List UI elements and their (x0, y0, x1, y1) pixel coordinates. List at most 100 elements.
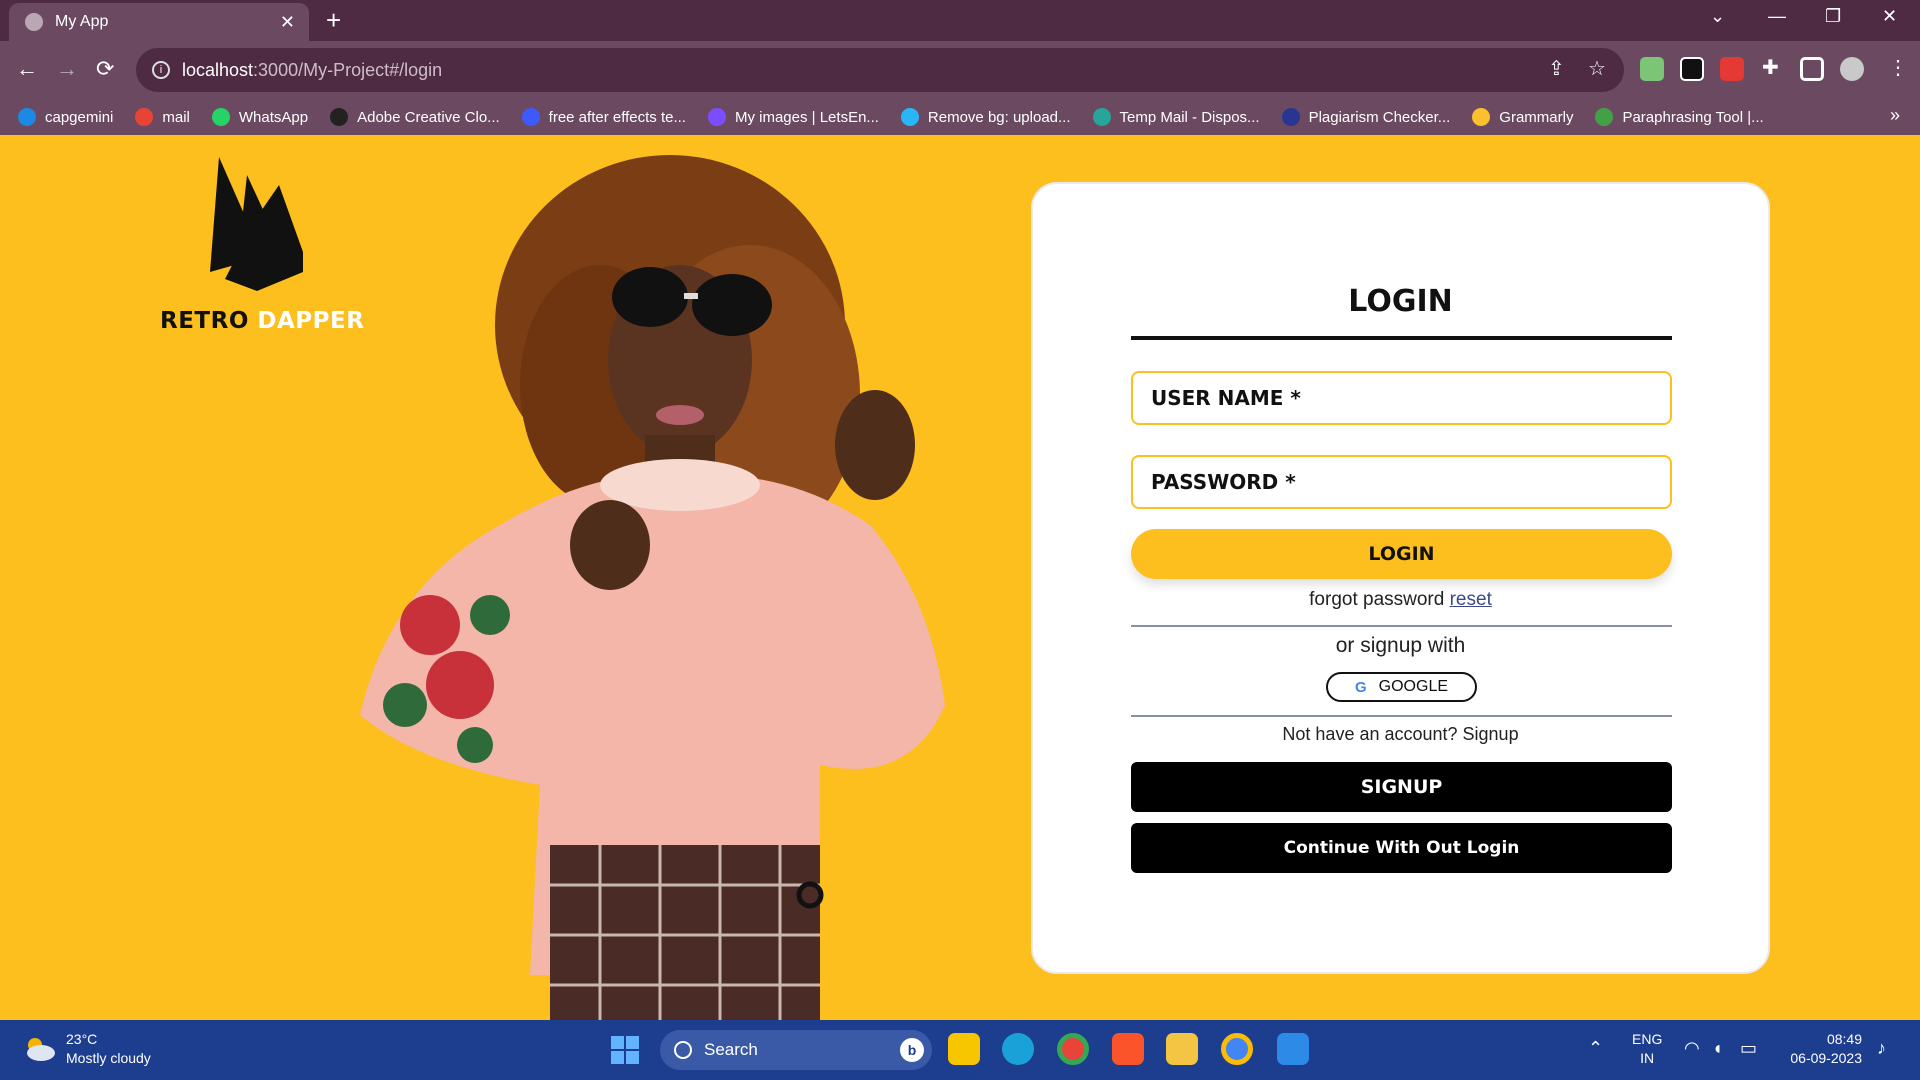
battery-icon[interactable]: ▭ (1740, 1038, 1757, 1059)
divider (1131, 715, 1672, 717)
bookmark-item[interactable]: WhatsApp (211, 108, 308, 126)
sticky-notes-icon[interactable] (948, 1033, 980, 1065)
bookmark-favicon-icon (1281, 108, 1300, 126)
flame-logo-icon (210, 157, 303, 291)
bookmark-item[interactable]: capgemini (18, 108, 113, 126)
browser-menu-icon[interactable]: ⋮ (1888, 55, 1908, 80)
password-field[interactable]: PASSWORD * (1131, 455, 1672, 509)
reset-link[interactable]: reset (1450, 589, 1492, 610)
bookmark-label: free after effects te... (548, 108, 686, 126)
brave-icon[interactable] (1112, 1033, 1144, 1065)
continue-without-login-button[interactable]: Continue With Out Login (1131, 823, 1672, 873)
browser-tab-strip: My App ✕ + ⌄ — ❐ ✕ (0, 0, 1920, 41)
weather-temperature: 23°C (66, 1031, 98, 1047)
bookmark-item[interactable]: free after effects te... (521, 108, 686, 126)
tab-search-icon[interactable]: ⌄ (1710, 6, 1725, 27)
search-icon (674, 1041, 692, 1059)
notification-bell-icon[interactable]: ♪ (1877, 1038, 1886, 1059)
extension-icon[interactable] (1680, 57, 1704, 81)
login-page: RETRO DAPPER LOGIN USER NAME * PASSWORD … (0, 135, 1920, 1020)
address-bar[interactable]: i localhost:3000/My-Project#/login ⇪ ☆ (136, 48, 1624, 92)
signup-button[interactable]: SIGNUP (1131, 762, 1672, 812)
profile-avatar[interactable] (1840, 57, 1864, 81)
browser-toolbar: ← → ⟳ i localhost:3000/My-Project#/login… (0, 41, 1920, 99)
google-button-label: GOOGLE (1378, 678, 1449, 695)
cloud-sun-icon (27, 1038, 55, 1061)
site-info-icon[interactable]: i (152, 61, 170, 79)
clock[interactable]: 08:49 06-09-2023 (1780, 1030, 1862, 1068)
login-button[interactable]: LOGIN (1131, 529, 1672, 579)
file-explorer-icon[interactable] (1166, 1033, 1198, 1065)
edge-icon[interactable] (1002, 1033, 1034, 1065)
extension-icon[interactable] (1720, 57, 1744, 81)
no-account-text: Not have an account? Signup (1282, 724, 1519, 744)
bookmark-item[interactable]: Paraphrasing Tool |... (1595, 108, 1764, 126)
bookmark-item[interactable]: My images | LetsEn... (707, 108, 879, 126)
bookmark-item[interactable]: mail (135, 108, 190, 126)
bookmark-favicon-icon (1595, 108, 1614, 126)
or-signup-text: or signup with (1335, 634, 1466, 657)
chevron-up-icon[interactable]: ⌃ (1588, 1038, 1603, 1059)
bookmarks-bar: capgemini mail WhatsApp Adobe Creative Clo.… (0, 99, 1920, 135)
model-photo (360, 155, 945, 1020)
minimize-button[interactable]: — (1768, 6, 1786, 27)
divider (1131, 625, 1672, 627)
bookmark-favicon-icon (707, 108, 726, 126)
bookmark-label: Paraphrasing Tool |... (1622, 108, 1764, 126)
chrome-active-icon[interactable] (1221, 1033, 1253, 1065)
tab-title: My App (55, 13, 109, 30)
username-field[interactable]: USER NAME * (1131, 371, 1672, 425)
taskbar-search[interactable]: Search b (660, 1030, 932, 1070)
google-signup-button[interactable]: G GOOGLE (1326, 672, 1477, 702)
share-icon[interactable]: ⇪ (1548, 56, 1565, 81)
bookmark-favicon-icon (900, 108, 919, 126)
bookmark-label: mail (162, 108, 190, 126)
bookmark-item[interactable]: Plagiarism Checker... (1281, 108, 1450, 126)
username-label: USER NAME * (1151, 386, 1301, 410)
login-card: LOGIN USER NAME * PASSWORD * LOGIN forgo… (1031, 182, 1770, 974)
bookmark-favicon-icon (211, 108, 230, 126)
chrome-icon[interactable] (1057, 1033, 1089, 1065)
back-button[interactable]: ← (16, 55, 38, 83)
close-window-button[interactable]: ✕ (1882, 6, 1897, 27)
side-panel-icon[interactable] (1800, 57, 1824, 81)
login-title: LOGIN (1348, 284, 1453, 319)
windows-start-icon[interactable] (611, 1036, 639, 1064)
bookmark-item[interactable]: Grammarly (1472, 108, 1573, 126)
bookmark-label: Adobe Creative Clo... (357, 108, 500, 126)
language-indicator[interactable]: ENG IN (1632, 1030, 1662, 1068)
weather-widget[interactable]: 23°C Mostly cloudy (22, 1030, 151, 1068)
bookmark-label: Remove bg: upload... (927, 108, 1071, 126)
reload-button[interactable]: ⟳ (96, 55, 114, 83)
bookmark-favicon-icon (330, 108, 349, 126)
bookmark-item[interactable]: Adobe Creative Clo... (330, 108, 500, 126)
password-label: PASSWORD * (1151, 470, 1296, 494)
bookmarks-overflow-button[interactable]: » (1890, 105, 1900, 126)
extension-icon[interactable] (1640, 57, 1664, 81)
wifi-icon[interactable]: ◠ (1684, 1038, 1700, 1059)
bing-icon[interactable]: b (900, 1038, 924, 1062)
new-tab-button[interactable]: + (326, 4, 341, 36)
bookmark-favicon-icon (18, 108, 36, 126)
extensions-puzzle-icon[interactable]: ✚ (1762, 55, 1779, 80)
vscode-icon[interactable] (1277, 1033, 1309, 1065)
forgot-password-text: forgot password reset (1033, 589, 1768, 611)
brand-logo[interactable]: RETRO DAPPER (160, 157, 364, 334)
forward-button[interactable]: → (56, 55, 78, 83)
bookmark-favicon-icon (135, 108, 154, 126)
bookmark-item[interactable]: Remove bg: upload... (900, 108, 1071, 126)
bookmark-label: My images | LetsEn... (734, 108, 879, 126)
bookmark-label: capgemini (45, 108, 114, 126)
close-tab-icon[interactable]: ✕ (280, 12, 295, 33)
windows-taskbar: 23°C Mostly cloudy Search b ⌃ ENG IN ◠ ◖… (0, 1020, 1920, 1080)
globe-icon (25, 13, 43, 31)
bookmark-star-icon[interactable]: ☆ (1588, 56, 1606, 81)
restore-button[interactable]: ❐ (1825, 6, 1841, 27)
browser-tab[interactable]: My App ✕ (9, 3, 309, 41)
bookmark-item[interactable]: Temp Mail - Dispos... (1092, 108, 1260, 126)
title-underline (1131, 336, 1672, 340)
volume-icon[interactable]: ◖ (1712, 1038, 1723, 1059)
bookmark-label: Grammarly (1499, 108, 1574, 126)
url-path: :3000/My-Project#/login (253, 59, 443, 80)
forgot-password-label: forgot password (1309, 589, 1445, 610)
